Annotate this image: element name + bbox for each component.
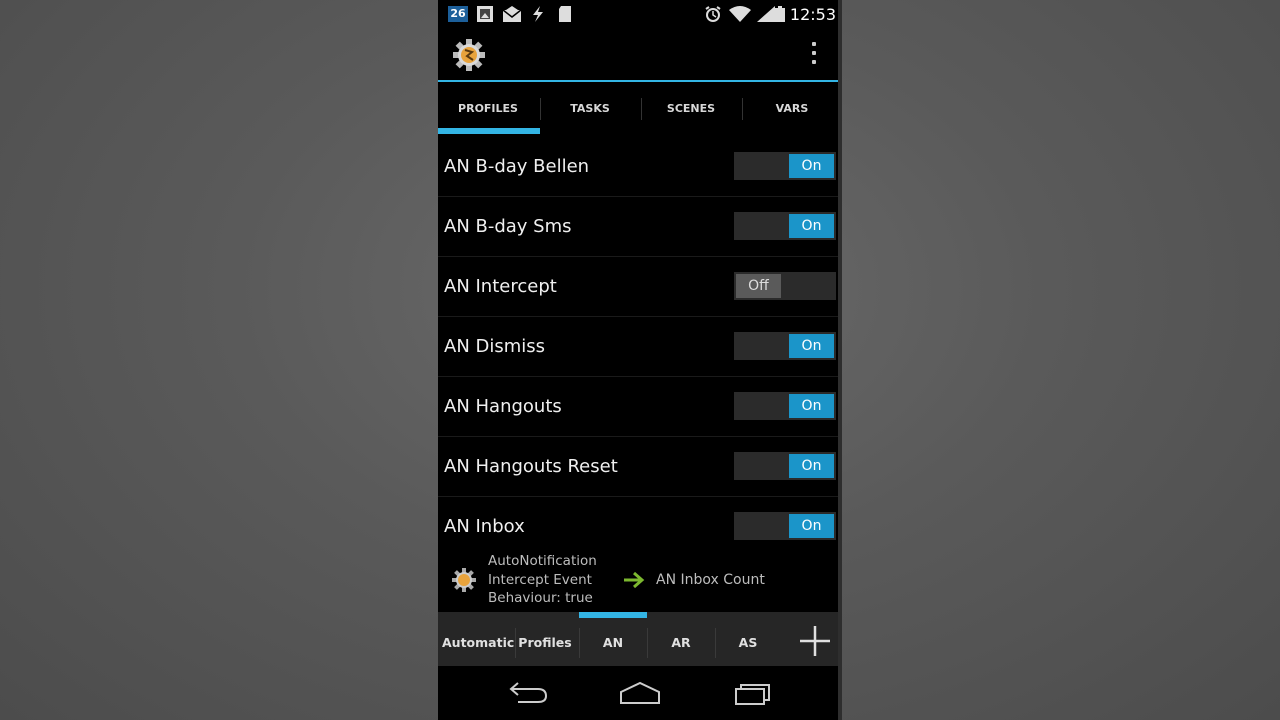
- profile-detail: AutoNotification Intercept Event Behavio…: [438, 548, 838, 612]
- flash-icon: [533, 6, 543, 22]
- context-line: AutoNotification: [488, 553, 597, 569]
- notification-count-badge: 26: [448, 6, 468, 22]
- project-tab-as[interactable]: AS: [715, 632, 781, 654]
- recent-apps-icon[interactable]: [732, 680, 776, 706]
- signal-icon: [757, 6, 775, 22]
- tasker-gear-icon[interactable]: [452, 38, 486, 72]
- profile-name: AN B-day Sms: [444, 216, 572, 237]
- tab-vars[interactable]: VARS: [742, 82, 838, 136]
- action-bar: [438, 30, 838, 82]
- context-line: Intercept Event: [488, 571, 592, 588]
- task-arrow-icon: [624, 571, 645, 589]
- selected-project-indicator: [579, 612, 647, 618]
- project-bar: Automatic Profiles AN AR AS: [438, 612, 838, 666]
- linked-task-name[interactable]: AN Inbox Count: [656, 572, 765, 588]
- profile-row[interactable]: AN B-day Bellen On: [438, 137, 838, 197]
- project-tab-an[interactable]: AN: [579, 632, 647, 654]
- toggle-state: On: [789, 154, 834, 178]
- profile-row[interactable]: AN Hangouts On: [438, 377, 838, 437]
- profile-toggle[interactable]: On: [734, 452, 836, 480]
- profile-row[interactable]: AN Hangouts Reset On: [438, 437, 838, 497]
- project-tab-automatic[interactable]: Automatic: [442, 632, 514, 654]
- profile-toggle[interactable]: On: [734, 392, 836, 420]
- back-icon[interactable]: [506, 680, 550, 706]
- selected-tab-indicator: [438, 128, 540, 134]
- tab-scenes[interactable]: SCENES: [641, 82, 741, 136]
- phone-screen: 26 12:53 PROFILES TASKS SCENES VARS AN B…: [438, 0, 838, 720]
- gallery-notification-icon: [477, 6, 493, 22]
- profile-toggle[interactable]: Off: [734, 272, 836, 300]
- project-tab-profiles[interactable]: Profiles: [516, 632, 574, 654]
- profile-toggle[interactable]: On: [734, 512, 836, 540]
- toggle-state: On: [789, 214, 834, 238]
- tab-tasks[interactable]: TASKS: [540, 82, 640, 136]
- profile-row[interactable]: AN B-day Sms On: [438, 197, 838, 257]
- profile-name: AN Hangouts: [444, 396, 562, 417]
- toggle-state: On: [789, 514, 834, 538]
- toggle-state: On: [789, 334, 834, 358]
- home-icon[interactable]: [618, 680, 662, 706]
- profile-row[interactable]: AN Intercept Off: [438, 257, 838, 317]
- profile-name: AN B-day Bellen: [444, 156, 590, 177]
- plus-icon[interactable]: [798, 624, 832, 658]
- mail-icon: [502, 6, 522, 22]
- profile-toggle[interactable]: On: [734, 332, 836, 360]
- wifi-icon: [729, 6, 751, 22]
- alarm-icon: [705, 6, 721, 22]
- sd-card-icon: [559, 6, 571, 22]
- overflow-menu-icon[interactable]: [810, 42, 818, 68]
- context-line: Behaviour: true: [488, 590, 593, 606]
- profile-toggle[interactable]: On: [734, 212, 836, 240]
- profile-name: AN Hangouts Reset: [444, 456, 618, 477]
- profile-name: AN Intercept: [444, 276, 557, 297]
- battery-icon: [775, 6, 785, 22]
- context-description[interactable]: AutoNotification Intercept Event Behavio…: [488, 552, 597, 608]
- toggle-state: On: [789, 454, 834, 478]
- profile-toggle[interactable]: On: [734, 152, 836, 180]
- profile-list: AN B-day Bellen On AN B-day Sms On AN In…: [438, 137, 838, 556]
- toggle-state: Off: [736, 274, 781, 298]
- screen-edge: [838, 0, 842, 720]
- status-bar: 26 12:53: [438, 0, 838, 30]
- profile-name: AN Dismiss: [444, 336, 546, 357]
- project-tab-ar[interactable]: AR: [647, 632, 715, 654]
- toggle-state: On: [789, 394, 834, 418]
- navigation-bar: [438, 666, 838, 720]
- clock: 12:53: [789, 5, 836, 24]
- profile-row[interactable]: AN Dismiss On: [438, 317, 838, 377]
- autonotification-plugin-icon: [452, 568, 476, 592]
